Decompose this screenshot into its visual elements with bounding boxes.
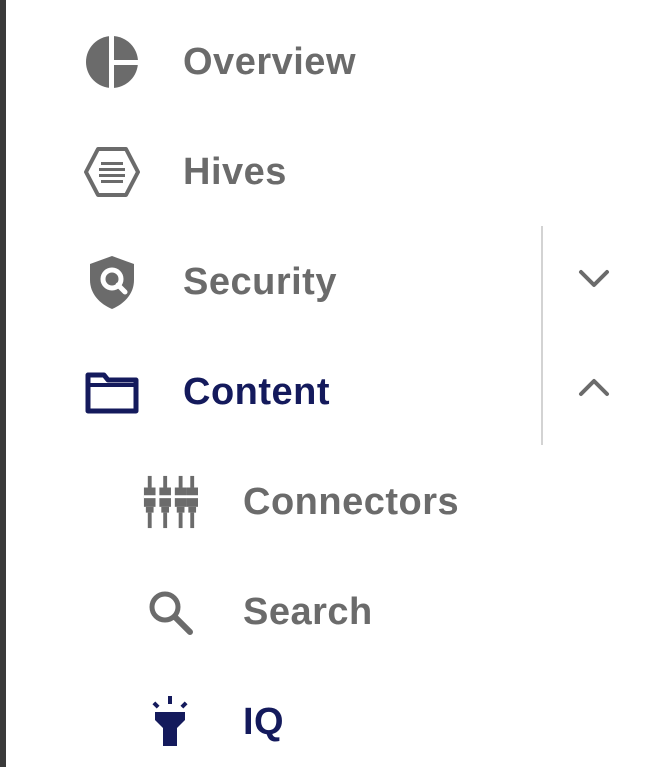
flashlight-icon xyxy=(142,694,198,750)
nav-item-overview[interactable]: Overview xyxy=(84,32,356,92)
shield-search-icon xyxy=(84,254,140,310)
nav-subitem-search[interactable]: Search xyxy=(142,582,373,642)
nav-label-search: Search xyxy=(243,590,373,633)
folder-icon xyxy=(84,364,140,420)
search-icon xyxy=(142,584,198,640)
chevron-up-icon xyxy=(577,377,611,404)
nav-label-iq: IQ xyxy=(243,700,285,743)
content-collapse-toggle[interactable] xyxy=(572,368,616,412)
nav-item-hives[interactable]: Hives xyxy=(84,142,287,202)
nav-label-overview: Overview xyxy=(183,40,356,83)
section-divider xyxy=(541,226,543,445)
connectors-icon xyxy=(142,474,198,530)
nav-item-security[interactable]: Security xyxy=(84,252,337,312)
hexagon-list-icon xyxy=(84,144,140,200)
pie-chart-icon xyxy=(84,34,140,90)
nav-label-security: Security xyxy=(183,260,337,303)
nav-label-connectors: Connectors xyxy=(243,480,460,523)
nav-item-content[interactable]: Content xyxy=(84,362,330,422)
nav-label-hives: Hives xyxy=(183,150,287,193)
chevron-down-icon xyxy=(577,267,611,294)
security-expand-toggle[interactable] xyxy=(572,258,616,302)
nav-subitem-connectors[interactable]: Connectors xyxy=(142,472,459,532)
window-edge xyxy=(0,0,6,767)
nav-subitem-iq[interactable]: IQ xyxy=(142,692,284,752)
sidebar-nav: Overview Hives Security Content Connecto… xyxy=(0,0,655,767)
nav-label-content: Content xyxy=(183,370,331,413)
